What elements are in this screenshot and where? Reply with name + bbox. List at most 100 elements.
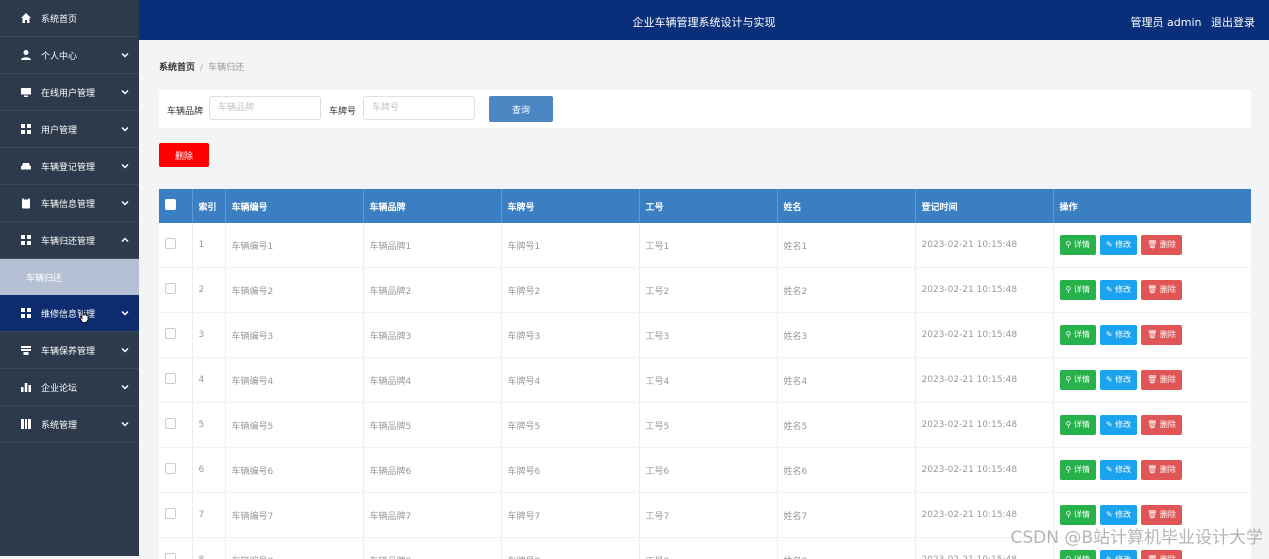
- row-checkbox-cell[interactable]: [159, 223, 192, 268]
- delete-button[interactable]: 🗑 删除: [1141, 370, 1182, 390]
- edit-button[interactable]: ✎ 修改: [1100, 280, 1137, 300]
- breadcrumb-home[interactable]: 系统首页: [159, 63, 195, 73]
- delete-button[interactable]: 🗑 删除: [1141, 280, 1182, 300]
- edit-button[interactable]: ✎ 修改: [1100, 325, 1137, 345]
- edit-button[interactable]: ✎ 修改: [1100, 460, 1137, 480]
- header-time: 登记时间: [915, 189, 1053, 223]
- view-button[interactable]: ⚲ 详情: [1060, 325, 1096, 345]
- cell-index: 6: [192, 448, 225, 493]
- cell-index: 3: [192, 313, 225, 358]
- view-button[interactable]: ⚲ 详情: [1060, 415, 1096, 435]
- view-button[interactable]: ⚲ 详情: [1060, 505, 1096, 525]
- row-checkbox[interactable]: [165, 463, 176, 474]
- view-button[interactable]: ⚲ 详情: [1060, 280, 1096, 300]
- row-checkbox[interactable]: [165, 238, 176, 249]
- brand-input[interactable]: [209, 96, 321, 120]
- row-checkbox[interactable]: [165, 418, 176, 429]
- sidebar-item-3[interactable]: 用户管理: [0, 111, 139, 148]
- sidebar-item-4[interactable]: 车辆登记管理: [0, 148, 139, 185]
- sidebar-item-label: 车辆登记管理: [41, 160, 121, 173]
- select-all-checkbox[interactable]: [165, 199, 176, 210]
- chevron-up-icon: [121, 236, 129, 244]
- chevron-down-icon: [121, 420, 129, 428]
- delete-button[interactable]: 🗑 删除: [1141, 235, 1182, 255]
- cell-brand: 车辆品牌7: [363, 493, 501, 538]
- cell-name: 姓名6: [777, 448, 915, 493]
- admin-area: 管理员 admin 退出登录: [1125, 14, 1255, 30]
- cell-actions: ⚲ 详情✎ 修改🗑 删除: [1053, 403, 1251, 448]
- sidebar-subitem-return[interactable]: 车辆归还: [0, 259, 139, 295]
- sidebar-item-1[interactable]: 个人中心: [0, 37, 139, 74]
- cell-employee-id: 工号6: [639, 448, 777, 493]
- delete-button[interactable]: 🗑 删除: [1141, 505, 1182, 525]
- pencil-icon: ✎: [1106, 420, 1115, 429]
- logout-link[interactable]: 退出登录: [1211, 16, 1255, 29]
- search-icon: ⚲: [1066, 420, 1074, 429]
- sidebar: 系统首页个人中心在线用户管理用户管理车辆登记管理车辆信息管理车辆归还管理车辆归还…: [0, 0, 139, 556]
- view-button[interactable]: ⚲ 详情: [1060, 550, 1096, 559]
- edit-button[interactable]: ✎ 修改: [1100, 415, 1137, 435]
- cell-vehicle-no: 车辆编号2: [225, 268, 363, 313]
- trash-icon: 🗑: [1147, 285, 1160, 294]
- grid-icon: [20, 307, 32, 319]
- edit-button[interactable]: ✎ 修改: [1100, 550, 1137, 559]
- sidebar-item-10[interactable]: 系统管理: [0, 406, 139, 443]
- batch-delete-button[interactable]: 删除: [159, 143, 209, 167]
- row-checkbox[interactable]: [165, 283, 176, 294]
- cell-employee-id: 工号2: [639, 268, 777, 313]
- pencil-icon: ✎: [1106, 375, 1115, 384]
- cell-employee-id: 工号4: [639, 358, 777, 403]
- query-button[interactable]: 查询: [489, 96, 553, 122]
- header-brand: 车辆品牌: [363, 189, 501, 223]
- row-checkbox[interactable]: [165, 553, 176, 559]
- plate-input[interactable]: [363, 96, 475, 120]
- cell-actions: ⚲ 详情✎ 修改🗑 删除: [1053, 358, 1251, 403]
- delete-button[interactable]: 🗑 删除: [1141, 325, 1182, 345]
- delete-button[interactable]: 🗑 删除: [1141, 460, 1182, 480]
- sidebar-item-8[interactable]: 车辆保养管理: [0, 332, 139, 369]
- row-checkbox-cell[interactable]: [159, 448, 192, 493]
- cell-index: 5: [192, 403, 225, 448]
- edit-button[interactable]: ✎ 修改: [1100, 370, 1137, 390]
- cell-name: 姓名7: [777, 493, 915, 538]
- sidebar-item-5[interactable]: 车辆信息管理: [0, 185, 139, 222]
- chevron-down-icon: [121, 199, 129, 207]
- trash-icon: 🗑: [1147, 330, 1160, 339]
- row-checkbox[interactable]: [165, 328, 176, 339]
- view-button[interactable]: ⚲ 详情: [1060, 235, 1096, 255]
- sidebar-item-label: 在线用户管理: [41, 86, 121, 99]
- edit-button[interactable]: ✎ 修改: [1100, 235, 1137, 255]
- view-button[interactable]: ⚲ 详情: [1060, 460, 1096, 480]
- edit-button[interactable]: ✎ 修改: [1100, 505, 1137, 525]
- row-checkbox-cell[interactable]: [159, 493, 192, 538]
- row-checkbox-cell[interactable]: [159, 403, 192, 448]
- cell-plate: 车牌号4: [501, 358, 639, 403]
- cell-actions: ⚲ 详情✎ 修改🗑 删除: [1053, 223, 1251, 268]
- row-checkbox[interactable]: [165, 373, 176, 384]
- sidebar-item-9[interactable]: 企业论坛: [0, 369, 139, 406]
- sidebar-item-6[interactable]: 车辆归还管理: [0, 222, 139, 259]
- sidebar-item-7[interactable]: 维修信息管理: [0, 295, 139, 332]
- chevron-down-icon: [121, 309, 129, 317]
- row-checkbox-cell[interactable]: [159, 268, 192, 313]
- cell-vehicle-no: 车辆编号1: [225, 223, 363, 268]
- sidebar-item-2[interactable]: 在线用户管理: [0, 74, 139, 111]
- row-checkbox[interactable]: [165, 508, 176, 519]
- sidebar-item-label: 车辆保养管理: [41, 344, 121, 357]
- cell-brand: 车辆品牌2: [363, 268, 501, 313]
- row-checkbox-cell[interactable]: [159, 313, 192, 358]
- app-title: 企业车辆管理系统设计与实现: [139, 14, 1269, 30]
- chevron-down-icon: [121, 383, 129, 391]
- pencil-icon: ✎: [1106, 510, 1115, 519]
- delete-button[interactable]: 🗑 删除: [1141, 550, 1182, 559]
- delete-button[interactable]: 🗑 删除: [1141, 415, 1182, 435]
- search-bar: 车辆品牌 车牌号 查询: [159, 90, 1251, 128]
- cell-brand: 车辆品牌1: [363, 223, 501, 268]
- table-row: 2车辆编号2车辆品牌2车牌号2工号2姓名22023-02-21 10:15:48…: [159, 268, 1251, 313]
- sidebar-item-0[interactable]: 系统首页: [0, 0, 139, 37]
- view-button[interactable]: ⚲ 详情: [1060, 370, 1096, 390]
- bar-chart-icon: [20, 381, 32, 393]
- cell-brand: 车辆品牌3: [363, 313, 501, 358]
- row-checkbox-cell[interactable]: [159, 358, 192, 403]
- select-all-checkbox-cell[interactable]: [159, 189, 192, 223]
